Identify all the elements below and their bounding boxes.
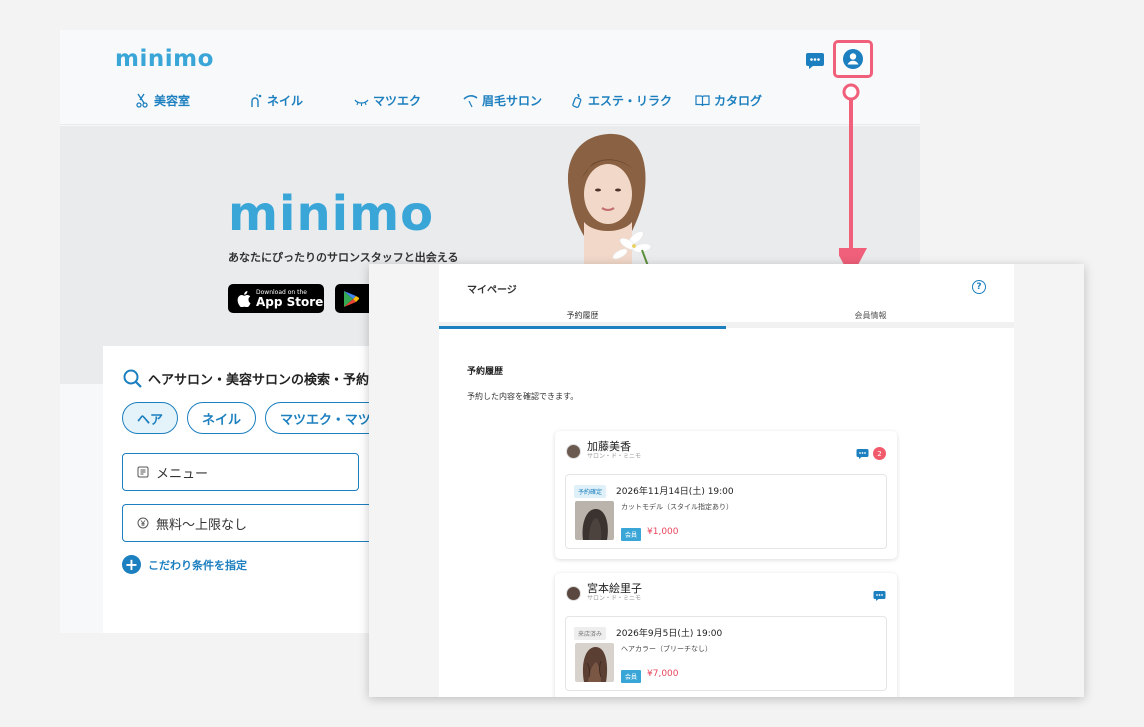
reservation-datetime: 2026年9月5日(土) 19:00	[616, 629, 723, 639]
site-logo[interactable]: minimo	[115, 46, 214, 72]
price: ¥1,000	[647, 527, 679, 537]
chip-nail[interactable]: ネイル	[187, 402, 257, 434]
stylist-name: 加藤美香	[587, 440, 631, 453]
price: ¥7,000	[647, 669, 679, 679]
unread-badge: 2	[873, 447, 886, 460]
status-badge: 予約確定	[574, 485, 607, 498]
stylist-info: 宮本絵里子 サロン・ド・ミニモ	[566, 583, 642, 603]
callout-arrow	[839, 83, 867, 278]
tab-reservation-history[interactable]: 予約履歴	[439, 310, 726, 321]
chat-icon[interactable]	[805, 52, 825, 70]
nav-item-nail[interactable]: ネイル	[248, 92, 354, 109]
nail-icon	[251, 94, 262, 107]
nav-item-hair[interactable]: 美容室	[135, 92, 248, 109]
google-play-icon	[344, 290, 359, 307]
menu-name: カットモデル（スタイル指定あり）	[621, 503, 733, 511]
menu-select[interactable]: メニュー	[122, 453, 359, 491]
page-title: マイページ	[467, 285, 517, 296]
active-tab-indicator	[439, 326, 726, 329]
bottle-icon	[572, 93, 582, 108]
mypage-button-highlight[interactable]	[833, 40, 873, 78]
nav-item-catalog[interactable]: カタログ	[695, 92, 785, 109]
help-icon[interactable]: ?	[972, 280, 986, 294]
scissors-icon	[136, 93, 148, 108]
detail-conditions-label: こだわり条件を指定	[148, 558, 247, 572]
hairstyle-photo	[575, 643, 614, 682]
section-description: 予約した内容を確認できます。	[467, 392, 579, 401]
chip-hair[interactable]: ヘア	[122, 402, 179, 434]
reservation-datetime: 2026年11月14日(土) 19:00	[616, 487, 734, 497]
salon-name: サロン・ド・ミニモ	[587, 453, 642, 460]
nav-item-eyebrow[interactable]: 眉毛サロン	[463, 92, 569, 109]
mypage-header: マイページ ? 予約履歴 会員情報	[439, 264, 1014, 329]
menu-select-label: メニュー	[156, 466, 209, 482]
reservation-detail: 予約確定 2026年11月14日(土) 19:00 カットモデル（スタイル指定あ…	[565, 474, 887, 549]
mypage-content: マイページ ? 予約履歴 会員情報 予約履歴 予約した内容を確認できます。 加藤…	[439, 264, 1014, 697]
nav-label: 美容室	[154, 94, 191, 108]
reservation-card[interactable]: 宮本絵里子 サロン・ド・ミニモ 来店済み 2026年9月5日(土) 19:00 …	[555, 573, 897, 697]
member-badge: 会員	[621, 528, 642, 541]
search-title-text: ヘアサロン・美容サロンの検索・予約	[148, 373, 370, 388]
mypage-window: マイページ ? 予約履歴 会員情報 予約履歴 予約した内容を確認できます。 加藤…	[369, 264, 1084, 697]
salon-name: サロン・ド・ミニモ	[587, 595, 642, 602]
app-store-text: App Store	[256, 294, 324, 309]
site-header: minimo 美容室 ネイル マツエク 眉毛サロン エステ・リラク カタログ	[60, 30, 920, 125]
user-icon	[843, 49, 863, 69]
status-badge: 来店済み	[574, 627, 607, 640]
search-icon	[123, 369, 142, 388]
nav-label: ネイル	[267, 94, 304, 108]
nav-item-esthe[interactable]: エステ・リラク	[569, 92, 695, 109]
price-range-select[interactable]: 無料〜上限なし	[122, 504, 382, 542]
apple-icon	[237, 290, 251, 307]
hero-logo: minimo	[228, 186, 435, 242]
member-badge: 会員	[621, 670, 642, 683]
menu-name: ヘアカラー（ブリーチなし）	[621, 645, 712, 653]
eyebrow-icon	[463, 95, 478, 108]
eyelash-icon	[354, 99, 369, 106]
book-icon	[695, 95, 710, 107]
category-chips: ヘア ネイル マツエク・マツパ	[122, 402, 408, 434]
nav-label: カタログ	[714, 94, 763, 108]
menu-icon	[137, 466, 149, 478]
stylist-name: 宮本絵里子	[587, 582, 642, 595]
reservation-card[interactable]: 加藤美香 サロン・ド・ミニモ 2 予約確定 2026年11月14日(土) 19:…	[555, 431, 897, 559]
avatar	[566, 585, 581, 601]
hairstyle-photo	[575, 501, 614, 540]
category-nav: 美容室 ネイル マツエク 眉毛サロン エステ・リラク カタログ	[135, 92, 785, 109]
detail-conditions-link[interactable]: + こだわり条件を指定	[122, 555, 247, 574]
stylist-info: 加藤美香 サロン・ド・ミニモ	[566, 441, 641, 461]
chat-icon[interactable]	[856, 448, 869, 460]
nav-label: エステ・リラク	[588, 94, 673, 108]
reservation-detail: 来店済み 2026年9月5日(土) 19:00 ヘアカラー（ブリーチなし） 会員…	[565, 616, 887, 691]
tab-member-info[interactable]: 会員情報	[727, 310, 1014, 321]
nav-item-eyelash[interactable]: マツエク	[354, 92, 463, 109]
plus-icon: +	[122, 555, 141, 574]
app-store-badge[interactable]: Download on the App Store	[228, 284, 324, 313]
nav-label: 眉毛サロン	[482, 94, 543, 108]
yen-icon	[137, 517, 149, 529]
price-range-label: 無料〜上限なし	[156, 517, 248, 533]
section-title: 予約履歴	[467, 367, 504, 377]
model-photo	[567, 133, 652, 266]
avatar	[566, 443, 581, 459]
search-title: ヘアサロン・美容サロンの検索・予約	[123, 369, 369, 388]
nav-label: マツエク	[373, 94, 422, 108]
hero-tagline: あなたにぴったりのサロンスタッフと出会える	[228, 251, 459, 264]
chat-icon[interactable]	[873, 590, 886, 602]
